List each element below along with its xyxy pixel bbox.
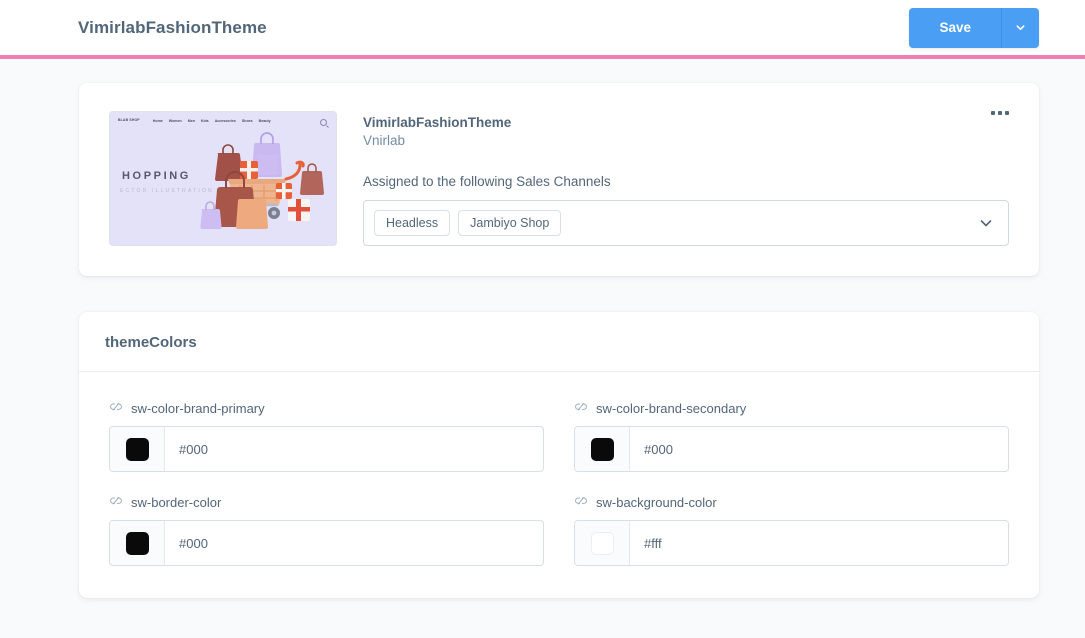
preview-nav-item: Shoes (241, 119, 253, 123)
save-button[interactable]: Save (909, 7, 1001, 48)
theme-colors-fields: sw-color-brand-primary #000 sw-color-bra… (79, 372, 1039, 598)
unlink-icon[interactable] (574, 494, 588, 511)
page-title: VimirlabFashionTheme (78, 17, 267, 37)
color-swatch-button[interactable] (110, 427, 165, 471)
more-options-icon[interactable] (985, 105, 1015, 121)
theme-info-card: BLAB SHOP Home Women Men Kids Accessorie… (79, 83, 1039, 276)
channel-chip-jambiyo-shop[interactable]: Jambiyo Shop (458, 209, 562, 237)
preview-nav-item: Kids (200, 119, 209, 123)
channel-chip-headless[interactable]: Headless (374, 209, 451, 237)
dot (998, 111, 1002, 115)
preview-nav-item: Women (168, 119, 182, 123)
sales-channels-label: Assigned to the following Sales Channels (363, 174, 611, 189)
color-swatch (590, 437, 614, 461)
color-input-row (574, 520, 1009, 566)
sales-channels-select[interactable]: Headless Jambiyo Shop (363, 200, 1009, 246)
preview-nav-item: Beauty (258, 119, 271, 123)
color-swatch (590, 531, 614, 555)
dot (1005, 111, 1009, 115)
color-input-row (109, 520, 544, 566)
preview-nav-item: Home (152, 119, 163, 123)
theme-preview-thumbnail[interactable]: BLAB SHOP Home Women Men Kids Accessorie… (109, 111, 337, 246)
color-value-input[interactable] (630, 521, 1008, 565)
theme-card-inner: BLAB SHOP Home Women Men Kids Accessorie… (109, 111, 1009, 246)
color-swatch (125, 437, 149, 461)
preview-logo: BLAB SHOP (118, 118, 140, 123)
color-swatch (125, 531, 149, 555)
unlink-icon[interactable] (574, 400, 588, 417)
field-label-text: sw-border-color (131, 495, 222, 510)
preview-nav-item: Accessories (214, 119, 236, 123)
shopping-illustration (200, 132, 324, 229)
preview-nav-links: Home Women Men Kids Accessories Shoes Be… (153, 119, 271, 123)
preview-nav-item: Men (187, 119, 195, 123)
field-label: sw-border-color (109, 494, 544, 511)
field-label: sw-background-color (574, 494, 1009, 511)
color-swatch-button[interactable] (575, 521, 630, 565)
color-value-input[interactable] (630, 427, 1008, 471)
field-label: sw-color-brand-secondary (574, 400, 1009, 417)
smart-bar: VimirlabFashionTheme Save (0, 0, 1085, 55)
section-title: themeColors (105, 334, 197, 351)
unlink-icon[interactable] (109, 400, 123, 417)
dot (991, 111, 995, 115)
save-dropdown-button[interactable] (1001, 7, 1039, 48)
chevron-down-icon (1014, 21, 1027, 34)
unlink-icon[interactable] (109, 494, 123, 511)
field-sw-background-color: sw-background-color (574, 494, 1009, 566)
field-sw-color-brand-primary: sw-color-brand-primary (109, 400, 544, 472)
color-swatch-button[interactable] (110, 521, 165, 565)
save-split-button: Save (909, 7, 1039, 48)
page-content: BLAB SHOP Home Women Men Kids Accessorie… (0, 59, 1085, 598)
color-input-row (574, 426, 1009, 472)
theme-colors-card: themeColors sw-color-brand-primary #000 … (79, 312, 1039, 598)
color-value-input[interactable] (165, 521, 543, 565)
theme-name: VimirlabFashionTheme (363, 115, 512, 130)
preview-headline: HOPPING (122, 170, 191, 182)
smart-bar-actions: Save (909, 7, 1039, 48)
field-label-text: sw-color-brand-secondary (596, 401, 747, 416)
theme-colors-header: themeColors (79, 312, 1039, 372)
field-sw-color-brand-secondary: sw-color-brand-secondary (574, 400, 1009, 472)
field-label-text: sw-color-brand-primary (131, 401, 265, 416)
field-label: sw-color-brand-primary (109, 400, 544, 417)
color-swatch-button[interactable] (575, 427, 630, 471)
theme-author: Vnirlab (363, 133, 406, 148)
preview-nav: BLAB SHOP Home Women Men Kids Accessorie… (118, 119, 328, 123)
field-sw-border-color: sw-border-color (109, 494, 544, 566)
color-input-row (109, 426, 544, 472)
theme-meta: VimirlabFashionTheme Vnirlab Assigned to… (363, 111, 1009, 246)
color-value-input[interactable] (165, 427, 543, 471)
chevron-down-icon[interactable] (978, 215, 994, 231)
field-label-text: sw-background-color (596, 495, 717, 510)
